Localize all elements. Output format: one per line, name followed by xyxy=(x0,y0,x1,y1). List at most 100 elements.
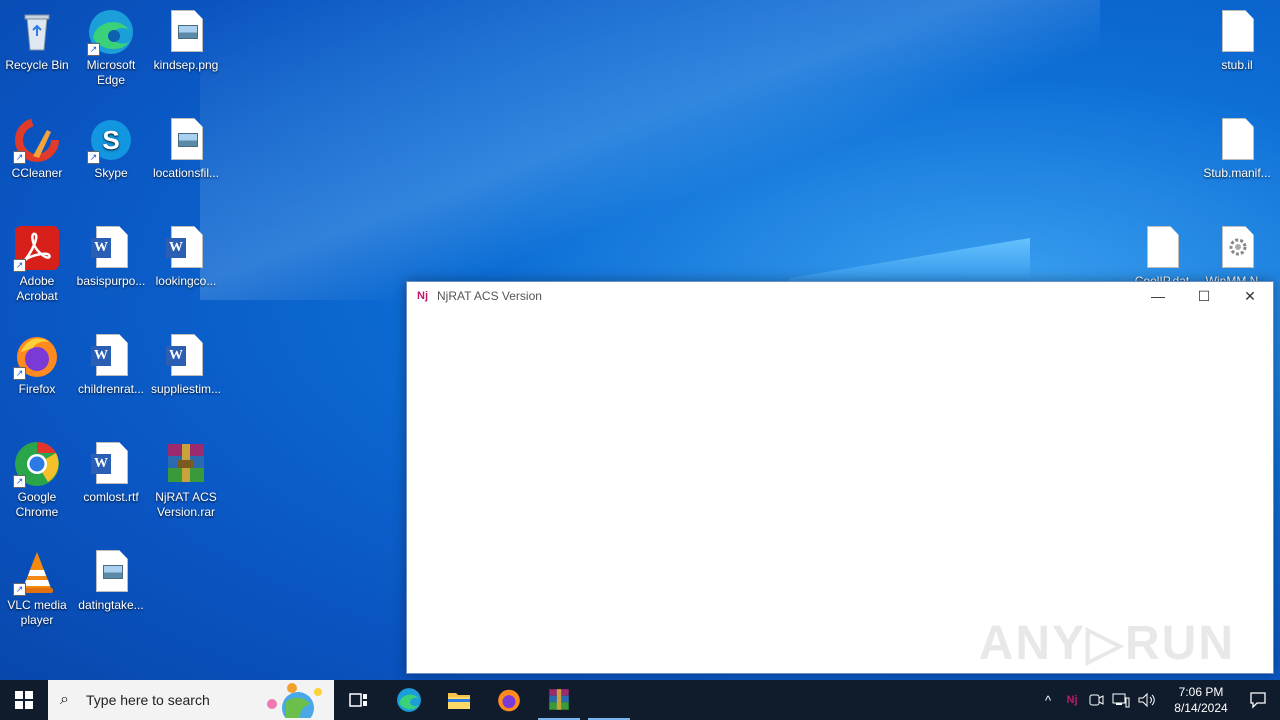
desktop-icon-label: Recycle Bin xyxy=(5,58,69,72)
word-doc-icon: W xyxy=(87,224,135,272)
app-icon: Nj xyxy=(417,290,428,302)
desktop-icon-microsoft-edge[interactable]: ↗ Microsoft Edge xyxy=(74,8,148,88)
windows-start-icon xyxy=(15,691,33,709)
ccleaner-icon: ↗ xyxy=(13,116,61,164)
system-tray: ^ Nj 7:06 PM 8/14/2024 xyxy=(1036,680,1280,720)
folder-icon xyxy=(448,693,470,709)
search-placeholder: Type here to search xyxy=(86,692,210,708)
desktop-icon-njrat-rar[interactable]: NjRAT ACS Version.rar xyxy=(149,440,223,520)
image-file-icon xyxy=(87,548,135,596)
taskbar-edge-button[interactable] xyxy=(384,680,434,720)
file-icon xyxy=(1213,8,1261,56)
word-doc-icon: W xyxy=(87,332,135,380)
shortcut-arrow-icon: ↗ xyxy=(13,367,26,380)
clock-date: 8/14/2024 xyxy=(1174,701,1228,715)
image-file-icon xyxy=(162,8,210,56)
window-title: NjRAT ACS Version xyxy=(437,289,542,303)
desktop-icon-label: Firefox xyxy=(18,382,56,396)
svg-text:S: S xyxy=(102,125,119,155)
desktop-icon-label: NjRAT ACS Version.rar xyxy=(155,490,217,519)
desktop-icon-vlc[interactable]: ↗ VLC media player xyxy=(0,548,74,628)
image-file-icon xyxy=(162,116,210,164)
search-icon: ⌕ xyxy=(60,691,69,708)
maximize-button[interactable]: ☐ xyxy=(1181,282,1227,310)
desktop-icon-recycle-bin[interactable]: Recycle Bin xyxy=(0,8,74,73)
desktop-icon-childrenrat[interactable]: W childrenrat... xyxy=(74,332,148,397)
shortcut-arrow-icon: ↗ xyxy=(13,151,26,164)
desktop-icon-label: childrenrat... xyxy=(77,382,145,396)
desktop-icon-google-chrome[interactable]: ↗ Google Chrome xyxy=(0,440,74,520)
desktop-icon-label: Adobe Acrobat xyxy=(16,274,58,303)
taskbar-file-explorer-button[interactable] xyxy=(434,680,484,720)
anyrun-watermark: ANY▷RUN xyxy=(978,617,1235,670)
file-icon xyxy=(1138,224,1186,272)
firefox-icon: ↗ xyxy=(13,332,61,380)
tray-njrat-icon[interactable]: Nj xyxy=(1060,694,1084,706)
close-button[interactable]: ✕ xyxy=(1227,282,1273,310)
shortcut-arrow-icon: ↗ xyxy=(87,43,100,56)
window-titlebar[interactable]: Nj NjRAT ACS Version — ☐ ✕ xyxy=(407,282,1273,310)
task-view-icon xyxy=(349,693,367,707)
desktop-icon-label: VLC media player xyxy=(7,598,67,627)
action-center-button[interactable] xyxy=(1236,680,1280,720)
desktop-icon-skype[interactable]: S ↗ Skype xyxy=(74,116,148,181)
edge-icon xyxy=(397,688,421,712)
desktop-icon-label: comlost.rtf xyxy=(83,490,139,504)
taskbar-njrat-button[interactable] xyxy=(584,680,634,720)
taskbar-search-box[interactable]: ⌕ Type here to search xyxy=(48,680,334,720)
taskbar-firefox-button[interactable] xyxy=(484,680,534,720)
minimize-button[interactable]: — xyxy=(1135,282,1181,310)
tray-network-icon[interactable] xyxy=(1112,692,1130,708)
desktop-icon-label: stub.il xyxy=(1221,58,1253,72)
desktop-icon-label: Stub.manif... xyxy=(1203,166,1271,180)
task-view-button[interactable] xyxy=(334,680,384,720)
desktop-icon-label: Google Chrome xyxy=(15,490,59,519)
desktop-icon-stub-il[interactable]: stub.il xyxy=(1200,8,1274,73)
tray-volume-icon[interactable] xyxy=(1138,692,1156,708)
vlc-icon: ↗ xyxy=(13,548,61,596)
desktop-icon-datingtake[interactable]: datingtake... xyxy=(74,548,148,613)
notification-icon xyxy=(1250,692,1266,709)
skype-icon: S ↗ xyxy=(87,116,135,164)
search-highlight-illustration-icon xyxy=(267,683,322,718)
desktop-icon-basispurpo[interactable]: W basispurpo... xyxy=(74,224,148,289)
close-icon: ✕ xyxy=(1244,287,1256,304)
tray-meet-icon[interactable] xyxy=(1088,692,1104,708)
file-icon xyxy=(1213,116,1261,164)
desktop-icon-comlost[interactable]: W comlost.rtf xyxy=(74,440,148,505)
taskbar-clock[interactable]: 7:06 PM 8/14/2024 xyxy=(1166,684,1236,716)
winrar-icon xyxy=(549,689,569,710)
edge-icon: ↗ xyxy=(87,8,135,56)
desktop-icon-winmm[interactable]: WinMM.N... xyxy=(1200,224,1274,289)
tray-overflow-chevron-icon[interactable]: ^ xyxy=(1036,693,1060,708)
njrat-window[interactable]: Nj NjRAT ACS Version — ☐ ✕ ANY▷RUN xyxy=(406,281,1274,674)
desktop-icon-label: suppliestim... xyxy=(150,382,222,396)
settings-file-icon xyxy=(1213,224,1261,272)
firefox-icon xyxy=(498,689,520,712)
desktop-icon-locationsfil[interactable]: locationsfil... xyxy=(149,116,223,181)
desktop-icon-lookingco[interactable]: W lookingco... xyxy=(149,224,223,289)
desktop-icon-label: kindsep.png xyxy=(153,58,219,72)
shortcut-arrow-icon: ↗ xyxy=(13,475,26,488)
clock-time: 7:06 PM xyxy=(1178,685,1224,699)
desktop-icon-coolip[interactable]: CoolIP.dat xyxy=(1125,224,1199,289)
taskbar-winrar-button[interactable] xyxy=(534,680,584,720)
maximize-icon: ☐ xyxy=(1197,287,1211,304)
desktop-icon-suppliestim[interactable]: W suppliestim... xyxy=(149,332,223,397)
desktop-icon-label: datingtake... xyxy=(78,598,144,612)
desktop-icon-firefox[interactable]: ↗ Firefox xyxy=(0,332,74,397)
start-button[interactable] xyxy=(0,680,48,720)
desktop-icon-label: Microsoft Edge xyxy=(86,58,136,87)
desktop-icon-adobe-acrobat[interactable]: ↗ Adobe Acrobat xyxy=(0,224,74,304)
desktop-icon-label: locationsfil... xyxy=(152,166,220,180)
desktop-icon-label: basispurpo... xyxy=(76,274,146,288)
acrobat-icon: ↗ xyxy=(13,224,61,272)
shortcut-arrow-icon: ↗ xyxy=(87,151,100,164)
desktop-icon-stub-manifest[interactable]: Stub.manif... xyxy=(1200,116,1274,181)
desktop-icon-kindsep[interactable]: kindsep.png xyxy=(149,8,223,73)
recycle-bin-icon xyxy=(13,8,61,56)
taskbar: ⌕ Type here to search ^ Nj 7:06 PM 8/14/… xyxy=(0,680,1280,720)
desktop-icon-label: CCleaner xyxy=(11,166,63,180)
desktop-icon-ccleaner[interactable]: ↗ CCleaner xyxy=(0,116,74,181)
word-doc-icon: W xyxy=(162,224,210,272)
